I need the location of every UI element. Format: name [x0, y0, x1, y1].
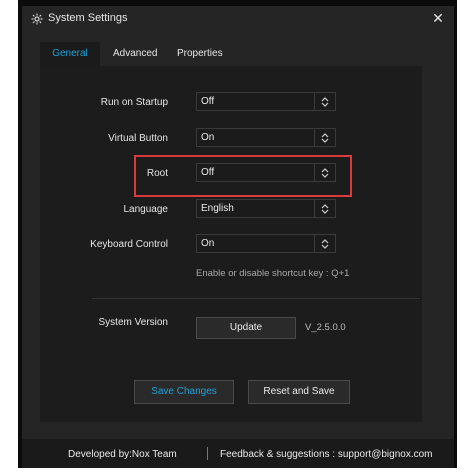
tab-general[interactable]: General [40, 42, 100, 66]
updown-arrow-icon[interactable] [314, 200, 335, 217]
virtual-button-label: Virtual Button [108, 133, 168, 144]
root-highlight-box [134, 155, 352, 197]
section-divider [92, 298, 420, 299]
keyboard-select[interactable]: On [196, 234, 336, 253]
footer-separator [207, 447, 208, 460]
window-title: System Settings [48, 12, 128, 24]
gear-icon [31, 13, 43, 25]
save-changes-button[interactable]: Save Changes [134, 380, 234, 404]
startup-label: Run on Startup [100, 97, 168, 108]
version-label: System Version [98, 317, 168, 328]
bottom-strip [0, 468, 474, 474]
language-select[interactable]: English [196, 199, 336, 218]
keyboard-label: Keyboard Control [90, 239, 168, 250]
version-value: V_2.5.0.0 [305, 322, 346, 333]
updown-arrow-icon[interactable] [314, 129, 335, 146]
title-bar: System Settings ✕ [22, 6, 454, 32]
keyboard-hint: Enable or disable shortcut key : Q+1 [196, 268, 350, 279]
footer-bar: Developed by:Nox Team Feedback & suggest… [22, 439, 454, 468]
close-icon[interactable]: ✕ [430, 10, 446, 26]
feedback-link[interactable]: Feedback & suggestions : support@bignox.… [220, 449, 433, 460]
update-button[interactable]: Update [196, 317, 296, 339]
language-value: English [201, 203, 234, 214]
developer-text: Developed by:Nox Team [68, 449, 177, 460]
virtual-button-value: On [201, 132, 215, 143]
startup-select[interactable]: Off [196, 92, 336, 111]
settings-window: System Settings ✕ General Advanced Prope… [22, 6, 454, 468]
updown-arrow-icon[interactable] [314, 235, 335, 252]
language-label: Language [123, 204, 169, 215]
virtual-button-select[interactable]: On [196, 128, 336, 147]
tab-properties[interactable]: Properties [177, 42, 223, 66]
startup-value: Off [201, 96, 215, 107]
tab-advanced[interactable]: Advanced [113, 42, 157, 66]
updown-arrow-icon[interactable] [314, 93, 335, 110]
reset-and-save-button[interactable]: Reset and Save [248, 380, 350, 404]
keyboard-value: On [201, 238, 215, 249]
